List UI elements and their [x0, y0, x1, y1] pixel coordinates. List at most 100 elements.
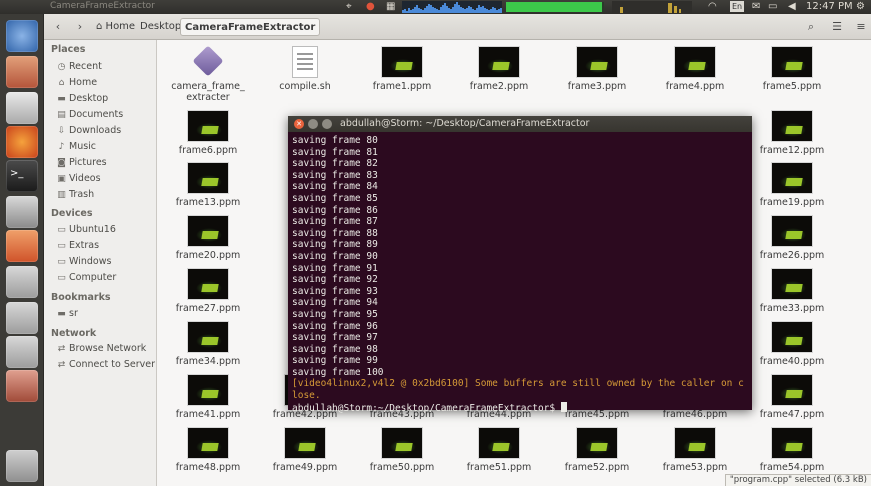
drive-icon[interactable]	[6, 336, 38, 368]
camera-icon[interactable]	[6, 196, 38, 228]
file-item[interactable]: compile.sh	[260, 46, 350, 92]
menu-icon[interactable]: ≡	[850, 18, 871, 36]
terminal-output[interactable]: saving frame 80 saving frame 81 saving fra…	[288, 132, 752, 417]
mail-icon[interactable]: ✉	[752, 0, 760, 14]
terminal-line: saving frame 83	[292, 169, 378, 181]
usb-icon[interactable]	[6, 370, 38, 402]
trash-icon[interactable]	[6, 450, 38, 482]
sidebar-item-browse-network[interactable]: ⇄ Browse Network	[56, 343, 147, 354]
file-name: frame49.ppm	[272, 462, 338, 473]
view-list-icon[interactable]: ☰	[826, 18, 848, 36]
file-item[interactable]: frame20.ppm	[163, 215, 253, 261]
volume-icon[interactable]: ◀	[788, 0, 796, 14]
file-name: compile.sh	[279, 81, 331, 92]
image-thumbnail	[771, 46, 813, 78]
sidebar-item-recent[interactable]: ◷ Recent	[56, 61, 102, 72]
document-icon: ▤	[57, 110, 66, 120]
ubuntu-dash-icon[interactable]	[6, 20, 38, 52]
text-editor-icon[interactable]	[6, 92, 38, 124]
breadcrumb-home[interactable]: ⌂ Home	[92, 18, 139, 36]
firefox-icon[interactable]	[6, 126, 38, 158]
file-item[interactable]: frame13.ppm	[163, 162, 253, 208]
image-thumbnail	[576, 427, 618, 459]
file-item[interactable]: camera_frame_ extracter	[163, 46, 253, 103]
gear-icon[interactable]: ⚙	[856, 0, 865, 14]
file-name: frame53.ppm	[662, 462, 728, 473]
sidebar-item-sr[interactable]: ▬ sr	[56, 308, 78, 319]
devices-header: Devices	[51, 208, 93, 219]
sidebar-item-label: Trash	[69, 189, 95, 200]
terminal-window[interactable]: ✕ abdullah@Storm: ~/Desktop/CameraFrameE…	[288, 116, 752, 414]
file-item[interactable]: frame51.ppm	[454, 427, 544, 473]
terminal-line: saving frame 82	[292, 158, 378, 170]
back-button[interactable]: ‹	[48, 18, 68, 36]
close-icon[interactable]: ✕	[294, 119, 304, 129]
sidebar-item-connect-to-server[interactable]: ⇄ Connect to Server	[56, 359, 155, 370]
network-graph[interactable]	[612, 1, 692, 13]
sidebar-item-music[interactable]: ♪ Music	[56, 141, 96, 152]
sidebar-item-computer[interactable]: ▭ Computer	[56, 272, 116, 283]
sidebar-item-extras[interactable]: ▭ Extras	[56, 240, 99, 251]
terminal-warning: [video4linux2,v4l2 @ 0x2bd6100] Some buf…	[292, 378, 744, 402]
file-item[interactable]: frame53.ppm	[650, 427, 740, 473]
terminal-prompt[interactable]: abdullah@Storm:~/Desktop/CameraFrameExtr…	[292, 401, 748, 415]
file-item[interactable]: frame48.ppm	[163, 427, 253, 473]
file-item[interactable]: frame50.ppm	[357, 427, 447, 473]
location-icon[interactable]: ⌖	[346, 0, 352, 14]
software-center-icon[interactable]	[6, 230, 38, 262]
minimize-icon[interactable]	[308, 119, 318, 129]
battery-icon[interactable]: ▭	[768, 0, 777, 14]
image-thumbnail	[771, 215, 813, 247]
sidebar-item-desktop[interactable]: ▬ Desktop	[56, 93, 108, 104]
file-item[interactable]: frame3.ppm	[552, 46, 642, 92]
file-item[interactable]: frame27.ppm	[163, 268, 253, 314]
file-item[interactable]: frame12.ppm	[747, 110, 837, 156]
sidebar-item-documents[interactable]: ▤ Documents	[56, 109, 123, 120]
image-thumbnail	[187, 268, 229, 300]
sidebar-item-pictures[interactable]: ◙ Pictures	[56, 157, 107, 168]
sidebar-item-windows[interactable]: ▭ Windows	[56, 256, 111, 267]
maximize-icon[interactable]	[322, 119, 332, 129]
drive-icon[interactable]	[6, 302, 38, 334]
sidebar-item-ubuntu16[interactable]: ▭ Ubuntu16	[56, 224, 116, 235]
terminal-titlebar[interactable]: ✕ abdullah@Storm: ~/Desktop/CameraFrameE…	[288, 116, 752, 132]
keyboard-layout[interactable]: En	[730, 1, 745, 12]
image-thumbnail	[478, 427, 520, 459]
sidebar-item-label: Home	[69, 77, 98, 88]
search-icon[interactable]: ⌕	[800, 18, 822, 36]
wifi-icon[interactable]: ◠	[708, 0, 717, 14]
sidebar-item-downloads[interactable]: ⇩ Downloads	[56, 125, 121, 136]
file-item[interactable]: frame49.ppm	[260, 427, 350, 473]
top-panel: CameraFrameExtractor ⌖ ● ▦ ◠ En ✉ ▭ ◀ 12…	[0, 0, 871, 14]
file-item[interactable]: frame5.ppm	[747, 46, 837, 92]
file-item[interactable]: frame6.ppm	[163, 110, 253, 156]
file-item[interactable]: frame2.ppm	[454, 46, 544, 92]
breadcrumb-desktop[interactable]: Desktop	[136, 18, 185, 36]
memory-graph[interactable]	[506, 2, 604, 12]
file-item[interactable]: frame52.ppm	[552, 427, 642, 473]
file-item[interactable]: frame54.ppm	[747, 427, 837, 473]
file-item[interactable]: frame47.ppm	[747, 374, 837, 420]
file-item[interactable]: frame1.ppm	[357, 46, 447, 92]
breadcrumb-current[interactable]: CameraFrameExtractor	[180, 18, 321, 36]
file-item[interactable]: frame19.ppm	[747, 162, 837, 208]
sidebar-item-home[interactable]: ⌂ Home	[56, 77, 97, 88]
terminal-line: saving frame 84	[292, 181, 378, 193]
file-item[interactable]: frame4.ppm	[650, 46, 740, 92]
sidebar-item-label: Videos	[69, 173, 101, 184]
file-item[interactable]: frame33.ppm	[747, 268, 837, 314]
files-icon[interactable]	[6, 56, 38, 88]
file-item[interactable]: frame41.ppm	[163, 374, 253, 420]
cpu-graph[interactable]	[402, 1, 502, 13]
file-item[interactable]: frame26.ppm	[747, 215, 837, 261]
system-monitor-icon[interactable]: ▦	[386, 0, 395, 14]
terminal-icon[interactable]: >_	[6, 160, 38, 192]
sidebar-item-videos[interactable]: ▣ Videos	[56, 173, 101, 184]
sidebar-item-trash[interactable]: ▥ Trash	[56, 189, 94, 200]
forward-button[interactable]: ›	[70, 18, 90, 36]
drive-icon[interactable]	[6, 266, 38, 298]
file-item[interactable]: frame40.ppm	[747, 321, 837, 367]
clock[interactable]: 12:47 PM	[806, 0, 853, 14]
recording-icon[interactable]: ●	[366, 0, 375, 14]
file-item[interactable]: frame34.ppm	[163, 321, 253, 367]
